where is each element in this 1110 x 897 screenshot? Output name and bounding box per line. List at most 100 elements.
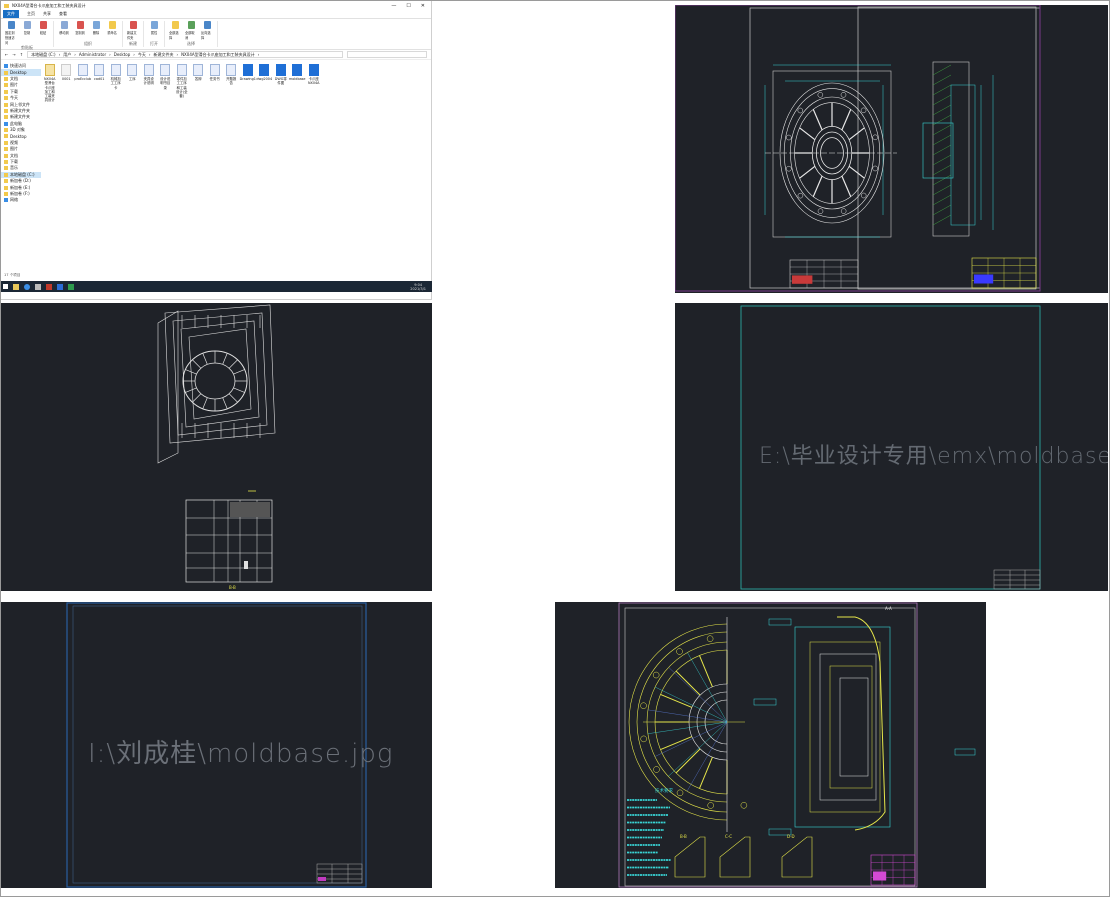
document-file-icon	[226, 64, 237, 76]
ribbon-button-label: 固定到快速访问	[5, 31, 15, 45]
file-item[interactable]: dwg2004	[256, 64, 272, 81]
file-item[interactable]: 0001	[60, 64, 74, 81]
ribbon-button-label: 复制到	[75, 31, 85, 35]
tab-home[interactable]: 主页	[27, 11, 35, 17]
breadcrumb-item[interactable]: 本地磁盘 (C:)	[31, 52, 56, 58]
file-item[interactable]: 开题报告	[225, 64, 239, 86]
system-clock[interactable]: 9:04 2021/3/1	[410, 283, 432, 291]
nav-item[interactable]: 网络	[1, 197, 41, 203]
tab-file[interactable]: 文件	[3, 10, 19, 18]
breadcrumb-item[interactable]: 用户	[63, 52, 71, 58]
document-file-icon	[176, 64, 187, 76]
ribbon-button[interactable]: 反向选择	[201, 21, 213, 40]
ribbon-button[interactable]: 重命名	[106, 21, 118, 35]
chevron-right-icon: ›	[74, 52, 76, 57]
autocad-taskbar-icon[interactable]	[46, 283, 52, 290]
ribbon-button-icon	[92, 21, 100, 29]
file-item[interactable]: 设计说明书目录	[159, 64, 173, 90]
file-item[interactable]: 工序	[126, 64, 140, 81]
ribbon-button-icon	[7, 21, 15, 29]
file-item[interactable]: 任务书	[208, 64, 222, 81]
nav-item-label: 下载	[10, 88, 18, 94]
file-item[interactable]: 夹具设计说明	[142, 64, 156, 86]
chevron-right-icon: ›	[257, 52, 260, 57]
ribbon-group-label: 选择	[187, 41, 195, 46]
title-block-fill	[792, 275, 813, 284]
nav-item-label: 图片	[10, 146, 18, 152]
ribbon-button-label: 复制	[23, 31, 31, 35]
nav-item-label: 新加卷 (E:)	[10, 184, 31, 190]
back-icon[interactable]: ←	[5, 52, 8, 57]
file-name: 答辩	[194, 77, 202, 81]
folder-icon	[4, 3, 9, 8]
file-item[interactable]: cad01	[93, 64, 107, 81]
up-icon[interactable]: ↑	[20, 52, 23, 57]
word-taskbar-icon[interactable]	[57, 283, 63, 290]
address-bar[interactable]: 本地磁盘 (C:) › 用户 › Administrator › Desktop › 今天 › 新建…	[27, 51, 343, 58]
ribbon-button-icon	[150, 21, 158, 29]
background	[0, 303, 432, 591]
file-item[interactable]: DWG零件图	[274, 64, 288, 86]
title-block	[993, 569, 1041, 590]
document-file-icon	[209, 64, 220, 76]
folder-icon	[4, 89, 8, 94]
ribbon-button[interactable]: 全部选择	[169, 21, 181, 40]
close-button[interactable]: ✕	[421, 3, 425, 9]
file-item[interactable]: 卡爪座 NX04A	[307, 64, 321, 86]
breadcrumb-item[interactable]: Administrator	[79, 52, 106, 57]
ribbon-button[interactable]: 新建文件夹	[127, 21, 139, 40]
folder-icon	[4, 153, 8, 158]
breadcrumb-item[interactable]: Desktop	[114, 52, 131, 57]
document-file-icon	[127, 64, 138, 76]
breadcrumb-item[interactable]: 新建文件夹	[153, 52, 173, 58]
file-name: 机械加工工序卡	[110, 77, 121, 90]
forward-icon[interactable]: →	[12, 52, 15, 57]
file-name: 设计说明书目录	[160, 77, 171, 90]
breadcrumb-item[interactable]: 今天	[138, 52, 146, 58]
ribbon-group: 固定到快速访问 复制 粘贴 剪贴板	[5, 21, 54, 50]
nav-item-label: 今天	[10, 95, 18, 101]
ribbon-button[interactable]: 移动到	[58, 21, 70, 35]
excel-taskbar-icon[interactable]	[68, 283, 74, 290]
file-item[interactable]: proEcclub	[74, 64, 91, 81]
app-taskbar-icon[interactable]	[35, 283, 41, 290]
cad-drawing-moldbase-placeholder-2: I:\刘成桂\moldbase.jpg	[0, 602, 432, 888]
file-item[interactable]: 答辩	[192, 64, 206, 81]
nav-item-label: 音乐	[10, 165, 18, 171]
file-item[interactable]: moldbase	[289, 64, 306, 81]
ribbon-button[interactable]: 固定到快速访问	[5, 21, 17, 45]
ribbon-group: 属性 打开	[148, 21, 165, 47]
cad-drawing-mold-assembly: B-B	[0, 303, 432, 591]
file-item[interactable]: 机械加工工序卡	[109, 64, 123, 90]
file-item[interactable]: Drawing1	[240, 64, 256, 81]
search-input[interactable]	[347, 51, 427, 58]
minimize-button[interactable]: —	[391, 3, 396, 9]
ribbon-button[interactable]: 全部取消	[185, 21, 197, 40]
file-name: 夹具设计说明	[143, 77, 154, 86]
ribbon-button[interactable]: 删除	[90, 21, 102, 35]
ribbon-button[interactable]: 复制到	[74, 21, 86, 35]
file-explorer-taskbar-icon[interactable]	[13, 283, 19, 290]
file-name: 零件加工工序和工装设计(全套)	[176, 77, 188, 99]
browser-taskbar-icon[interactable]	[24, 283, 30, 290]
ribbon-button[interactable]: 复制	[21, 21, 33, 45]
ribbon-button[interactable]: 属性	[148, 21, 160, 35]
file-item[interactable]: 零件加工工序和工装设计(全套)	[175, 64, 189, 98]
folder-icon	[4, 192, 8, 196]
file-item[interactable]: NX04A型滑台卡爪座加工和工装夹具设计	[43, 64, 57, 103]
section-label: B-B	[229, 585, 236, 590]
dwg-file-icon	[275, 64, 286, 76]
tab-view[interactable]: 查看	[59, 11, 67, 17]
start-icon[interactable]	[3, 284, 8, 289]
nav-item-label: 此电脑	[10, 120, 22, 126]
ribbon-button-icon	[187, 21, 195, 29]
cad-drawing-part-detail: 技术要求 B-B C-C D-D A-A	[555, 602, 986, 888]
breadcrumb-item[interactable]: NX04A型滑台卡爪座加工和工装夹具设计	[181, 52, 255, 58]
maximize-button[interactable]: ☐	[406, 3, 410, 9]
tab-share[interactable]: 共享	[43, 11, 51, 17]
ribbon-button-label: 新建文件夹	[127, 31, 137, 40]
ribbon-button-label: 全部取消	[185, 31, 195, 40]
ribbon-button[interactable]: 粘贴	[37, 21, 49, 45]
chevron-right-icon: ›	[133, 52, 135, 57]
folder-icon	[4, 83, 8, 88]
